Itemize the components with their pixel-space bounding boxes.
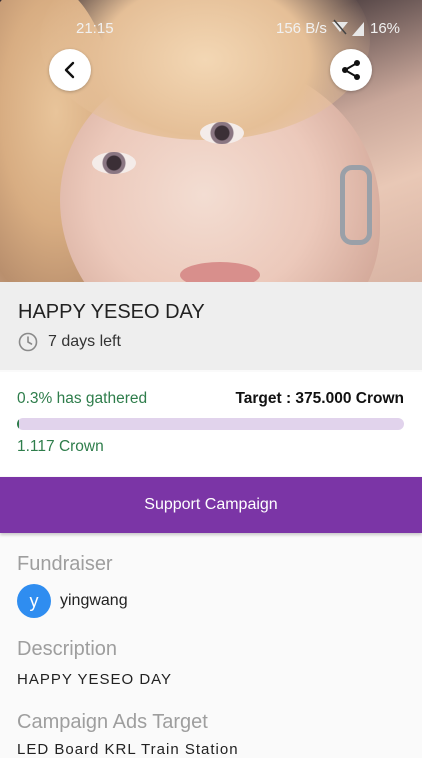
hero-earring [340, 165, 372, 245]
target-amount: Target : 375.000 Crown [235, 390, 404, 407]
chevron-left-icon [64, 61, 75, 79]
fundraiser-name: yingwang [60, 592, 128, 609]
status-battery: 16% [370, 20, 401, 37]
status-network-speed: 156 B/s [276, 20, 327, 37]
support-campaign-button[interactable]: Support Campaign [0, 477, 422, 533]
clock-icon [18, 332, 38, 352]
gathered-percentage: 0.3% has gathered [17, 390, 148, 407]
campaign-title: HAPPY YESEO DAY [18, 301, 205, 323]
fundraiser-row[interactable]: y yingwang [17, 584, 128, 618]
progress-bar-fill [17, 418, 19, 430]
status-bar: 21:15 156 B/s 16% [0, 0, 422, 56]
hero-eye-left [92, 152, 136, 174]
share-icon [342, 60, 360, 80]
fundraiser-heading: Fundraiser [17, 553, 113, 575]
share-button[interactable] [330, 49, 372, 91]
description-heading: Description [17, 638, 118, 660]
ads-target-heading: Campaign Ads Target [17, 711, 208, 733]
status-time: 21:15 [76, 20, 114, 37]
campaign-header: HAPPY YESEO DAY 7 days left [0, 282, 422, 370]
description-text: HAPPY YESEO DAY [17, 671, 173, 688]
signal-wifi-icon [332, 19, 364, 36]
campaign-cover-image: 21:15 156 B/s 16% [0, 0, 422, 282]
progress-bar [17, 418, 404, 430]
days-left-text: 7 days left [48, 333, 121, 350]
days-left-row: 7 days left [18, 332, 121, 352]
progress-card: 0.3% has gathered Target : 375.000 Crown… [0, 372, 422, 476]
hero-lips [180, 262, 260, 282]
raised-amount: 1.117 Crown [17, 438, 104, 455]
back-button[interactable] [49, 49, 91, 91]
avatar: y [17, 584, 51, 618]
hero-eye-right [200, 122, 244, 144]
